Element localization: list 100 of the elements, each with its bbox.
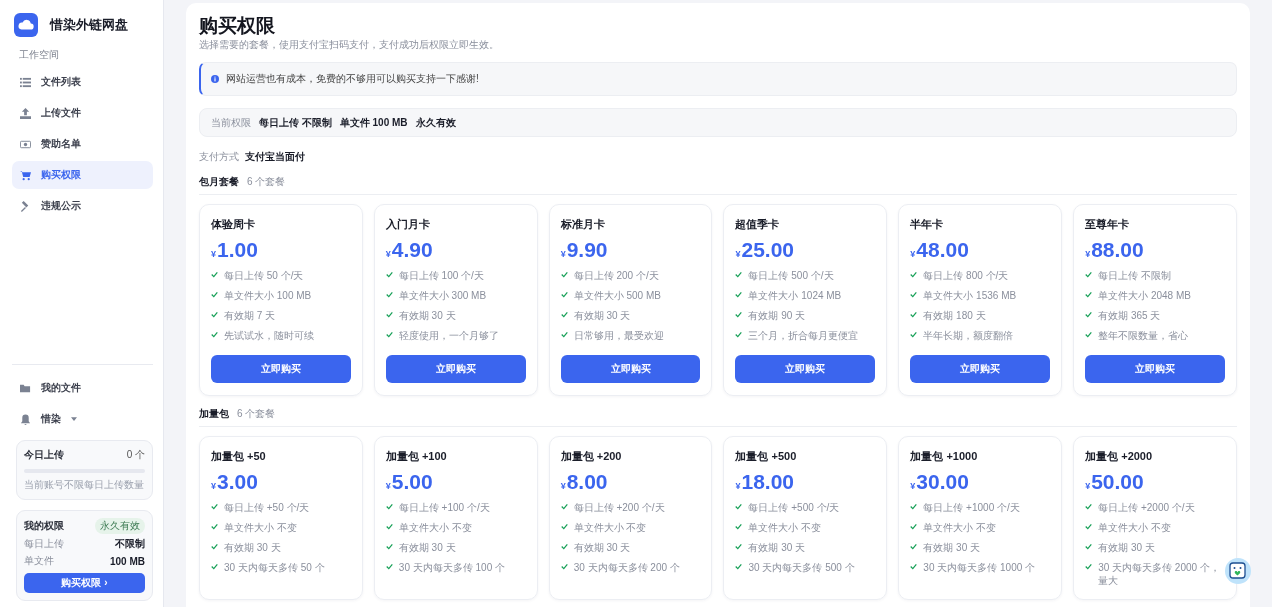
check-icon (910, 291, 918, 298)
nav-item[interactable]: 购买权限 (12, 161, 153, 189)
plan-price: 30.00 (916, 469, 969, 495)
buy-now-button[interactable]: 立即购买 (1085, 355, 1225, 383)
currency-symbol: ¥ (560, 249, 566, 259)
check-icon (735, 331, 743, 338)
currency-symbol: ¥ (211, 249, 216, 259)
plan-feature: 每日上传 100 个/天 (398, 269, 484, 282)
plan-feature: 日常够用，最受欢迎 (573, 329, 664, 342)
check-icon (211, 331, 218, 338)
check-icon (385, 563, 393, 570)
check-icon (910, 523, 918, 530)
plan-name: 标准月卡 (560, 217, 606, 232)
check-icon (560, 291, 568, 298)
plan-feature: 单文件大小 500 MB (573, 289, 661, 302)
plan-name: 加量包 +2000 (1085, 449, 1154, 464)
list-icon (20, 76, 31, 88)
check-icon (1085, 331, 1093, 338)
check-icon (560, 523, 568, 530)
cart-icon (20, 169, 31, 181)
plan-feature: 单文件大小 1536 MB (923, 289, 1017, 302)
check-icon (735, 503, 743, 510)
buy-now-button[interactable]: 立即购买 (910, 355, 1051, 383)
plan-feature: 整年不限数量，省心 (1098, 329, 1189, 342)
check-icon (910, 503, 918, 510)
plan-feature: 每日上传 200 个/天 (573, 269, 659, 282)
permission-value: 每日上传 不限制 (259, 115, 332, 130)
buy-now-button[interactable]: 立即购买 (211, 355, 351, 383)
section-title: 加量包 (199, 407, 229, 421)
plan-price: 48.00 (916, 237, 969, 263)
plan-price: 4.90 (391, 237, 433, 263)
currency-symbol: ¥ (560, 481, 566, 491)
plan-feature: 先试试水，随时可续 (224, 329, 314, 342)
current-label: 当前权限 (211, 115, 251, 130)
plan-feature: 单文件大小 不变 (573, 521, 647, 534)
check-icon (910, 331, 918, 338)
plan-name: 至尊年卡 (1085, 217, 1131, 232)
page-subtitle: 选择需要的套餐，使用支付宝扫码支付，支付成功后权限立即生效。 (199, 38, 500, 52)
plan-feature: 有效期 30 天 (923, 541, 980, 554)
nav-item[interactable]: 上传文件 (12, 99, 153, 127)
check-icon (1085, 291, 1093, 298)
check-icon (735, 311, 743, 318)
plan-feature: 有效期 30 天 (224, 541, 281, 554)
plan-feature: 单文件大小 1024 MB (748, 289, 842, 302)
buy-now-button[interactable]: 立即购买 (560, 355, 701, 383)
cloud-logo-icon (14, 13, 38, 37)
check-icon (910, 543, 918, 550)
check-icon (560, 311, 568, 318)
nav-item[interactable]: 违规公示 (12, 192, 153, 220)
plan-feature: 每日上传 +1000 个/天 (923, 501, 1020, 514)
currency-symbol: ¥ (910, 481, 916, 491)
plan-price: 88.00 (1091, 237, 1144, 263)
check-icon (1085, 543, 1093, 550)
plan-feature: 每日上传 500 个/天 (748, 269, 834, 282)
currency-symbol: ¥ (211, 481, 216, 491)
page-title: 购买权限 (199, 14, 276, 38)
plan-name: 超值季卡 (735, 217, 781, 232)
currency-symbol: ¥ (385, 481, 391, 491)
buy-now-button[interactable]: 立即购买 (385, 355, 526, 383)
mascot-icon[interactable] (1224, 557, 1252, 585)
plan-price: 3.00 (217, 469, 258, 495)
check-icon (211, 311, 218, 318)
nav-item[interactable]: 我的文件 (12, 374, 153, 402)
notice-text: 网站运营也有成本，免费的不够用可以购买支持一下感谢! (226, 72, 479, 86)
plan-feature: 有效期 30 天 (1098, 541, 1155, 554)
plan-feature: 有效期 365 天 (1098, 309, 1161, 322)
plan-price: 8.00 (566, 469, 608, 495)
nav-item[interactable]: 赞助名单 (12, 130, 153, 158)
buy-permission-button[interactable]: 购买权限 › (24, 573, 145, 593)
plan-feature: 轻度使用，一个月够了 (398, 329, 499, 342)
plan-feature: 单文件大小 不变 (224, 521, 297, 534)
upload-icon (20, 107, 31, 119)
section-count: 6 个套餐 (247, 175, 286, 189)
plan-feature: 每日上传 50 个/天 (224, 269, 304, 282)
plan-feature: 三个月，折合每月更便宜 (748, 329, 859, 342)
row-value: 100 MB (110, 555, 145, 567)
buy-now-button[interactable]: 立即购买 (735, 355, 876, 383)
upload-note: 当前账号不限每日上传数量 (24, 478, 145, 492)
plan-feature: 每日上传 +50 个/天 (224, 501, 310, 514)
plan-feature: 单文件大小 100 MB (224, 289, 312, 302)
check-icon (560, 543, 568, 550)
check-icon (560, 271, 568, 278)
plan-feature: 有效期 30 天 (573, 309, 631, 322)
check-icon (211, 523, 218, 530)
plan-name: 加量包 +500 (735, 449, 798, 464)
check-icon (1085, 563, 1093, 570)
check-icon (385, 331, 393, 338)
check-icon (910, 311, 918, 318)
plan-feature: 单文件大小 不变 (748, 521, 822, 534)
banknote-icon (20, 138, 31, 150)
check-icon (211, 291, 218, 298)
check-icon (1085, 503, 1093, 510)
plan-name: 半年卡 (910, 217, 945, 232)
plan-name: 加量包 +200 (560, 449, 623, 464)
plan-feature: 单文件大小 不变 (1098, 521, 1171, 534)
check-icon (385, 311, 393, 318)
section-count: 6 个套餐 (237, 407, 276, 421)
plan-feature: 有效期 30 天 (398, 309, 456, 322)
nav-item[interactable]: 文件列表 (12, 68, 153, 96)
user-menu[interactable]: 惜染 (12, 405, 153, 433)
